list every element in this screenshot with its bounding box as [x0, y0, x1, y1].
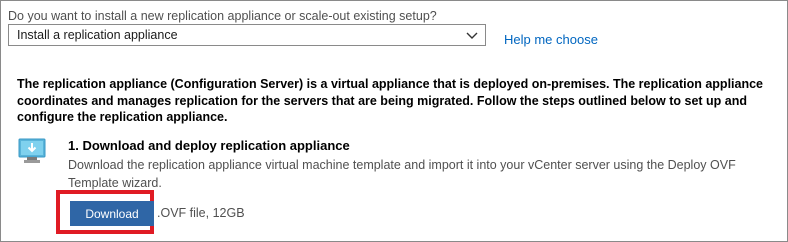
setup-question-label: Do you want to install a new replication… — [8, 9, 437, 23]
setup-type-select[interactable]: Install a replication appliance — [8, 24, 486, 46]
chevron-down-icon — [466, 32, 478, 39]
step1-description: Download the replication appliance virtu… — [68, 158, 736, 190]
step1-title: 1. Download and deploy replication appli… — [68, 138, 350, 153]
setup-type-selected-value: Install a replication appliance — [17, 28, 178, 42]
help-me-choose-link[interactable]: Help me choose — [504, 32, 598, 47]
appliance-description: The replication appliance (Configuration… — [17, 77, 764, 124]
file-info: .OVF file, 12GB — [157, 206, 245, 220]
vm-download-icon — [18, 138, 46, 163]
download-button[interactable]: Download — [70, 201, 154, 226]
